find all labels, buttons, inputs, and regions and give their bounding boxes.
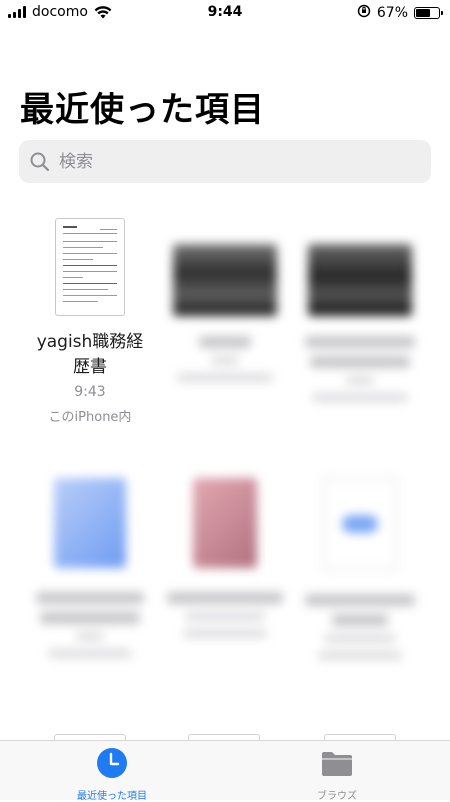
blurred-file-time — [324, 634, 396, 643]
search-bar[interactable] — [19, 140, 431, 183]
blurred-file-name — [36, 592, 144, 604]
blurred-file-location — [318, 651, 402, 660]
file-item-yagish[interactable]: yagish職務経 歴書 9:43 このiPhone内 — [20, 218, 160, 425]
blurred-file-time — [211, 356, 239, 365]
blurred-file-name — [305, 594, 415, 606]
search-icon — [30, 152, 50, 171]
battery-percent: 67% — [376, 5, 408, 21]
file-item-blurred-2[interactable] — [155, 244, 295, 382]
blurred-file-name — [199, 336, 251, 348]
blurred-file-name — [332, 614, 388, 626]
status-bar: docomo 9:44 67% — [0, 0, 450, 26]
file-time: 9:43 — [74, 384, 106, 400]
file-location: このiPhone内 — [48, 410, 132, 425]
blurred-file-location — [177, 373, 273, 382]
blurred-file-location — [48, 649, 132, 658]
photo-thumbnail — [308, 244, 412, 316]
clock-icon — [97, 748, 127, 778]
status-right: 67% — [357, 4, 443, 22]
blurred-file-name — [167, 592, 283, 604]
blurred-file-time — [185, 612, 265, 621]
file-name: yagish職務経 歴書 — [20, 330, 160, 380]
battery-icon — [414, 7, 443, 19]
blurred-file-name — [305, 336, 415, 348]
blurred-file-name — [310, 356, 410, 368]
blurred-file-location — [312, 393, 408, 402]
file-item-blurred-6[interactable] — [290, 478, 430, 660]
blurred-file-location — [183, 629, 267, 638]
file-item-blurred-4[interactable] — [20, 478, 160, 658]
battery-fill — [416, 9, 431, 17]
tab-bar: 最近使った項目 ブラウズ — [0, 740, 450, 802]
blurred-file-name — [40, 612, 140, 624]
file-name-line-1: yagish職務経 — [36, 332, 144, 352]
file-item-blurred-5[interactable] — [155, 478, 295, 638]
tab-recents[interactable]: 最近使った項目 — [42, 747, 182, 802]
blurred-file-time — [76, 632, 104, 641]
folder-icon — [322, 752, 352, 776]
file-icon-thumbnail — [323, 478, 397, 570]
search-input[interactable] — [57, 150, 401, 173]
document-thumbnail — [55, 218, 125, 316]
photo-thumbnail — [173, 244, 277, 316]
tab-browse[interactable]: ブラウズ — [267, 747, 407, 802]
blurred-file-time — [346, 376, 374, 385]
file-item-blurred-3[interactable] — [290, 244, 430, 402]
orientation-lock-icon — [357, 4, 371, 22]
page-title: 最近使った項目 — [20, 90, 265, 130]
file-icon-thumbnail — [54, 478, 126, 568]
file-icon-thumbnail — [193, 478, 257, 568]
file-name-line-2: 歴書 — [73, 357, 107, 377]
